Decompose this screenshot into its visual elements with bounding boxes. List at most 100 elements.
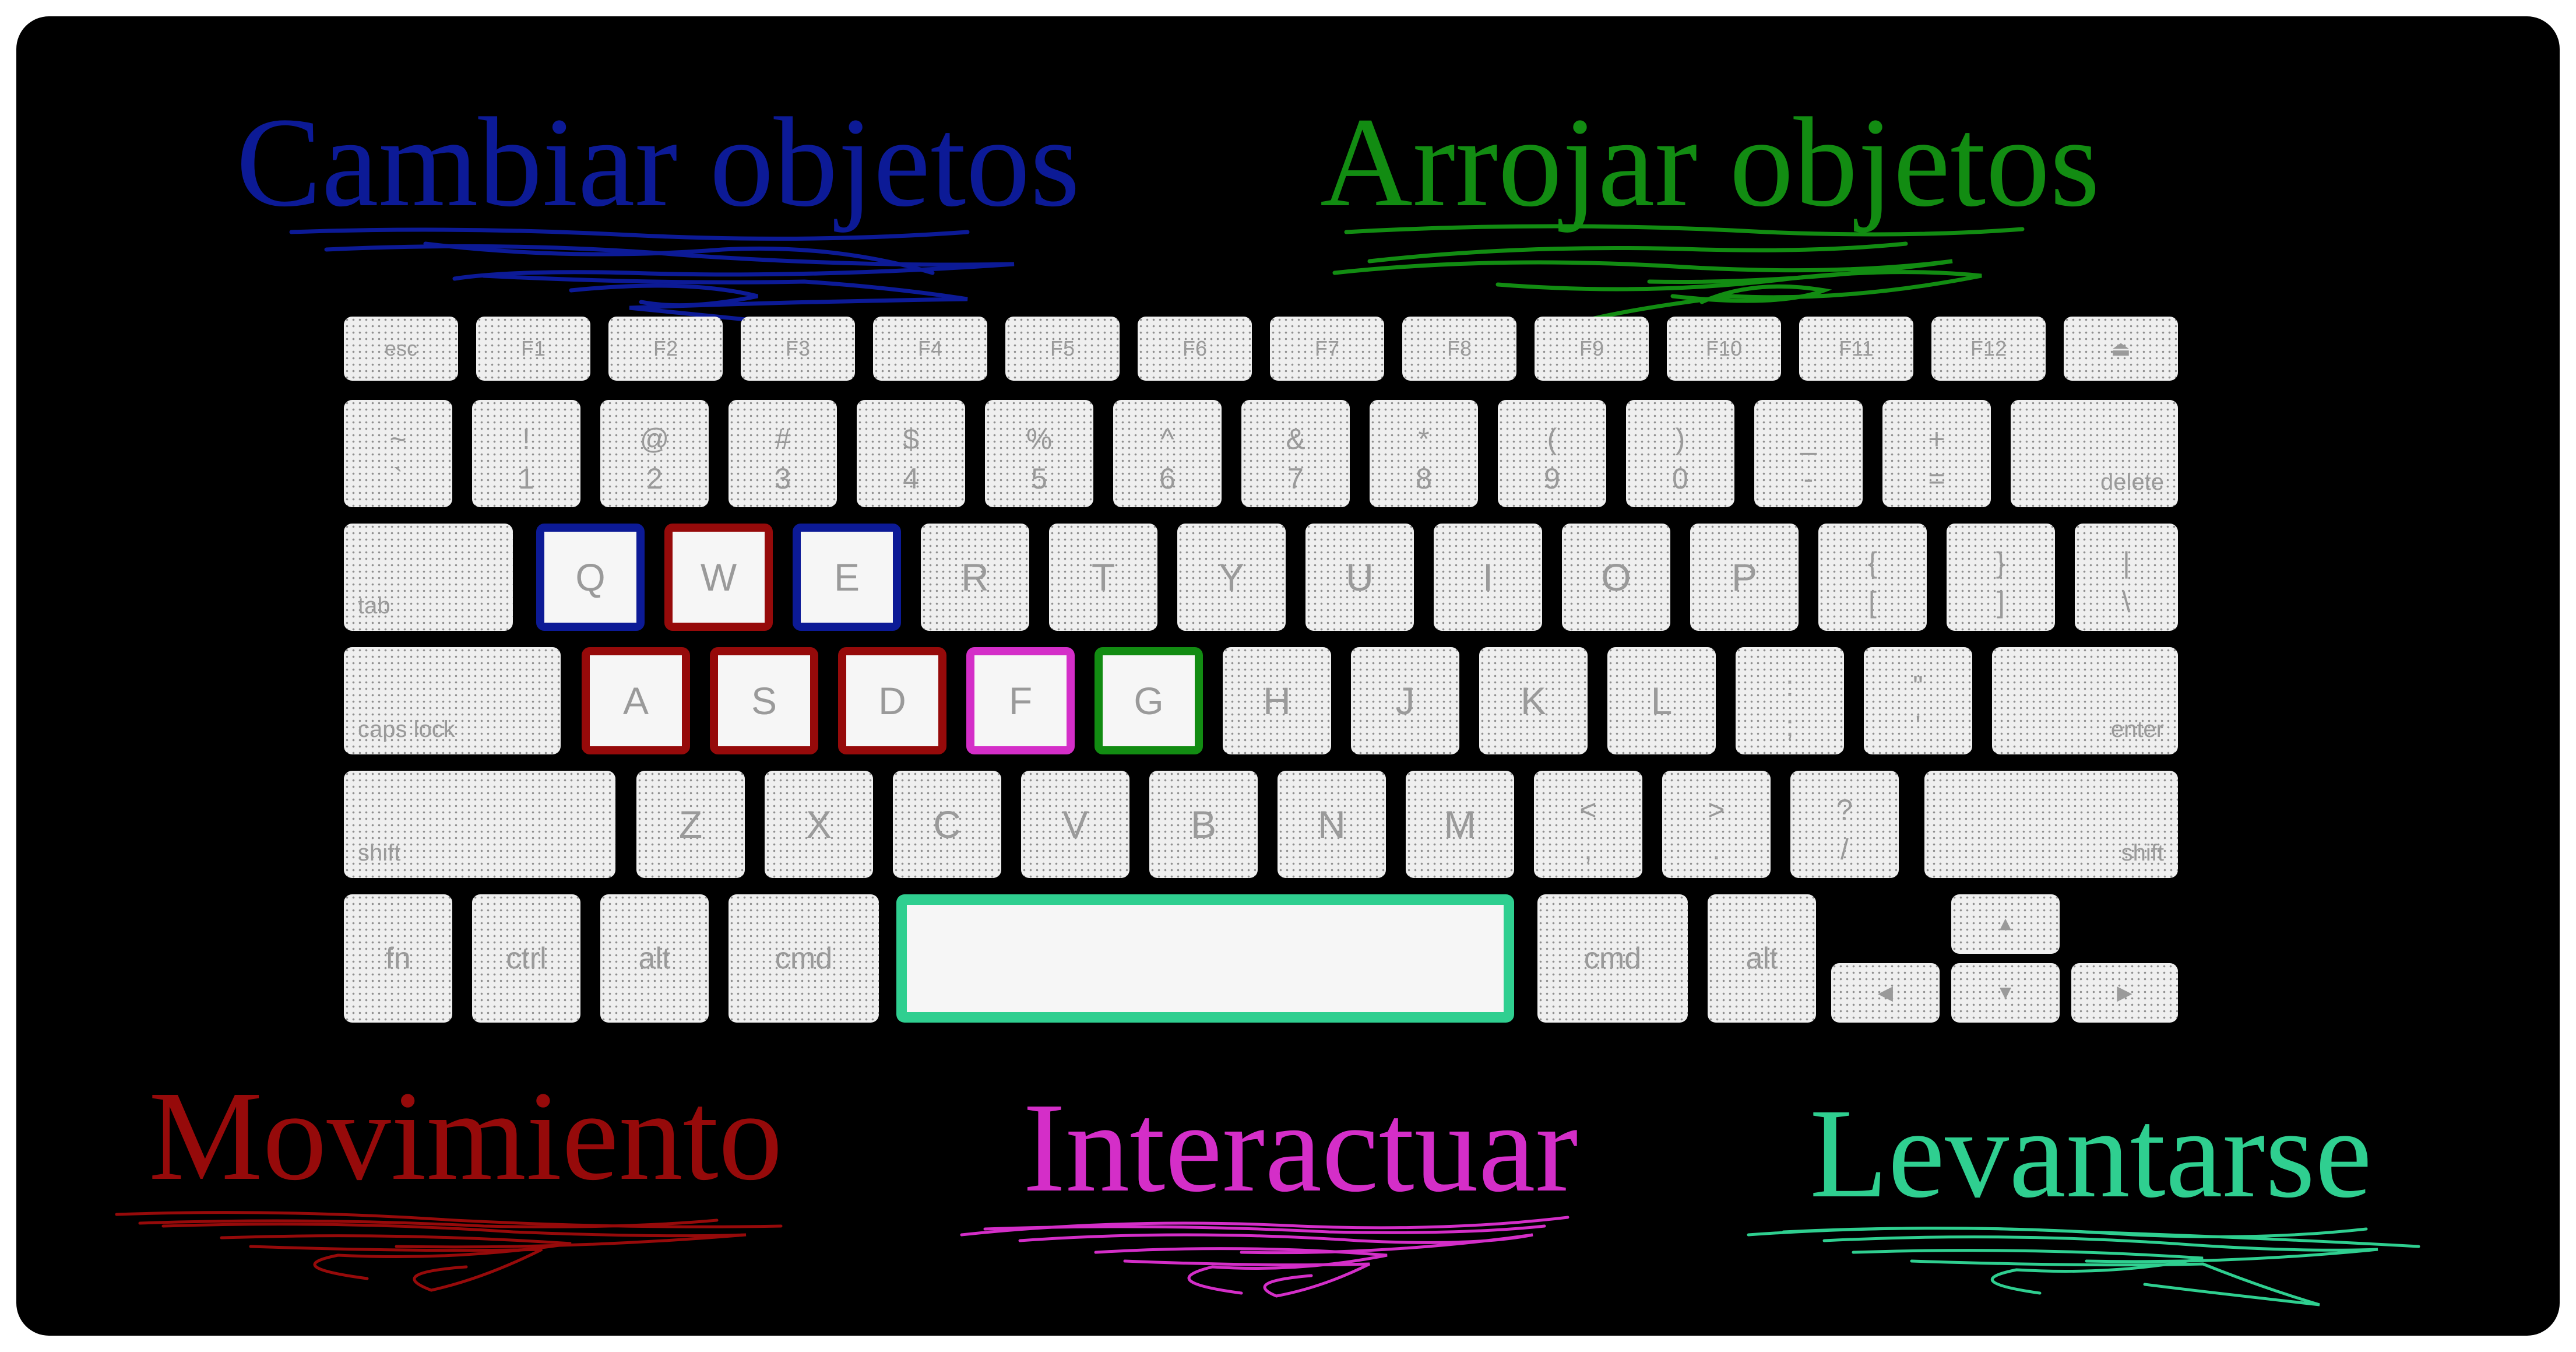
key-shift-label: {: [1867, 546, 1878, 579]
key-caps-lock: caps lock: [344, 647, 561, 754]
key-enter: enter: [1992, 647, 2178, 754]
key-alt-right: alt: [1708, 894, 1816, 1023]
key-x: X: [765, 771, 873, 878]
key-shift-label: _: [1800, 423, 1817, 455]
key-label: alt: [638, 942, 671, 975]
key-label: [: [1868, 586, 1877, 619]
key-shift-left: shift: [344, 771, 615, 878]
key-f7: F7: [1270, 317, 1384, 381]
key-w: W: [664, 524, 773, 631]
key-label: J: [1395, 679, 1415, 722]
key-label: F12: [1970, 336, 2007, 360]
key-tab: tab: [344, 524, 513, 631]
key-label: ': [1915, 710, 1921, 742]
key-label: enter: [2110, 717, 2164, 742]
key-label: \: [2122, 586, 2131, 619]
key-n: N: [1278, 771, 1386, 878]
caption-swap-objects: Cambiar objetos: [236, 91, 1081, 233]
key-label: L: [1651, 679, 1673, 722]
key-label: F6: [1182, 336, 1207, 360]
key-label: 4: [903, 462, 919, 495]
key-label: shift: [2121, 840, 2164, 866]
key-label: H: [1263, 679, 1291, 722]
key-label: .: [1712, 833, 1720, 866]
key-i: I: [1434, 524, 1542, 631]
key-label: tab: [358, 593, 390, 619]
key-label: 9: [1544, 462, 1560, 495]
key-shift-label: !: [522, 423, 530, 455]
key-label: K: [1520, 679, 1547, 722]
key-3: #3: [729, 400, 837, 507]
caption-movement: Movimiento: [149, 1065, 783, 1207]
key-shift-label: |: [2123, 546, 2130, 579]
key-shift-label: #: [775, 423, 791, 455]
key-label: caps lock: [358, 717, 455, 742]
key-label: M: [1444, 803, 1476, 846]
key-shift-label: %: [1026, 423, 1053, 455]
key-label: V: [1062, 803, 1089, 846]
key-shift-label: (: [1547, 423, 1557, 455]
key-semicolon: :;: [1736, 647, 1844, 754]
key-f3: F3: [741, 317, 855, 381]
key-9: (9: [1498, 400, 1606, 507]
movement-underline-scribble: [115, 1211, 783, 1292]
key-comma: <,: [1534, 771, 1642, 878]
key-tilde: ~ `: [344, 400, 452, 507]
key-shift-label: @: [639, 423, 670, 455]
key-arrow-down: ▼: [1951, 963, 2060, 1023]
key-label: E: [833, 556, 860, 599]
key-label: 2: [646, 462, 663, 495]
key-label: F5: [1050, 336, 1075, 360]
key-delete: delete: [2011, 400, 2178, 507]
key-label: cmd: [1583, 942, 1642, 975]
key-label: W: [700, 556, 737, 599]
eject-icon: ⏏: [2110, 336, 2131, 360]
key-label: shift: [358, 840, 401, 866]
key-7: & 7: [1241, 400, 1350, 507]
key-h: H: [1223, 647, 1331, 754]
key-shift-label: ?: [1836, 793, 1853, 826]
key-label: cmd: [775, 942, 833, 975]
key-shift-label: :: [1786, 670, 1794, 703]
key-shift-label: ): [1675, 423, 1685, 455]
key-a: A: [582, 647, 690, 754]
key-esc: esc: [344, 317, 458, 381]
key-f6: F6: [1138, 317, 1252, 381]
key-f1: F1: [476, 317, 590, 381]
key-b: B: [1149, 771, 1258, 878]
key-label: F4: [917, 336, 942, 360]
key-g: G: [1095, 647, 1203, 754]
key-label: alt: [1746, 942, 1778, 975]
key-equals: + =: [1882, 400, 1991, 507]
key-0: ) 0: [1626, 400, 1734, 507]
key-8: * 8: [1370, 400, 1478, 507]
key-cmd-right: cmd: [1537, 894, 1688, 1023]
key-label: R: [961, 556, 989, 599]
key-r: R: [921, 524, 1029, 631]
key-shift-right: shift: [1924, 771, 2178, 878]
key-space: [896, 894, 1514, 1023]
key-label: /: [1840, 833, 1849, 866]
key-shift-label: &: [1286, 423, 1305, 455]
key-arrow-right: ▶: [2071, 963, 2178, 1023]
key-shift-label: $: [903, 423, 919, 455]
key-right-bracket: }]: [1947, 524, 2055, 631]
key-label: 7: [1287, 462, 1304, 495]
key-t: T: [1049, 524, 1157, 631]
key-label: B: [1190, 803, 1217, 846]
key-label: =: [1928, 462, 1945, 495]
key-cmd-left: cmd: [729, 894, 879, 1023]
key-f: F: [966, 647, 1075, 754]
key-period: >.: [1662, 771, 1771, 878]
key-shift-label: <: [1579, 793, 1597, 826]
key-c: C: [893, 771, 1001, 878]
key-label: F11: [1839, 336, 1874, 360]
key-shift-label: ": [1913, 670, 1923, 703]
key-label: 0: [1672, 462, 1688, 495]
key-label: F: [1008, 679, 1033, 722]
key-p: P: [1690, 524, 1799, 631]
arrow-left-icon: ◀: [1877, 982, 1894, 1004]
key-f10: F10: [1667, 317, 1781, 381]
key-shift-label: }: [1996, 546, 2006, 579]
key-f11: F11: [1799, 317, 1913, 381]
